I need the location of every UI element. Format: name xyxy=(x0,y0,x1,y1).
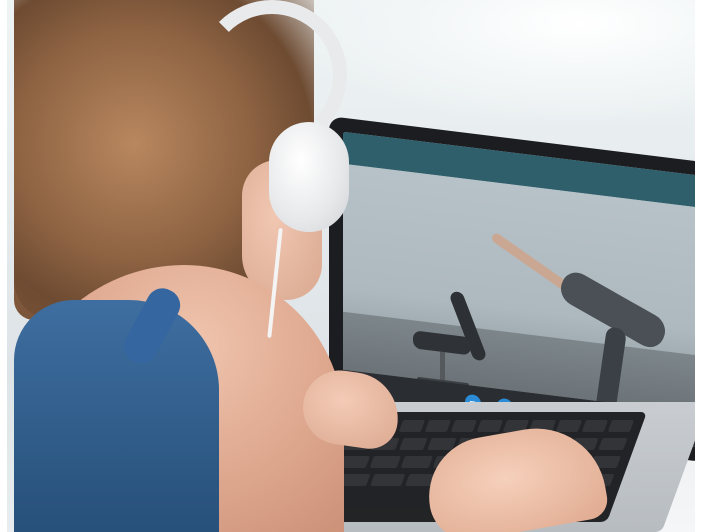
photo xyxy=(7,0,695,532)
laptop-screen xyxy=(343,131,695,448)
background-window-light xyxy=(307,0,695,120)
headphone-earcup xyxy=(269,122,349,232)
blue-tank-top xyxy=(14,300,219,532)
instructor-arm xyxy=(490,231,570,292)
office-chair-leg xyxy=(440,351,445,383)
